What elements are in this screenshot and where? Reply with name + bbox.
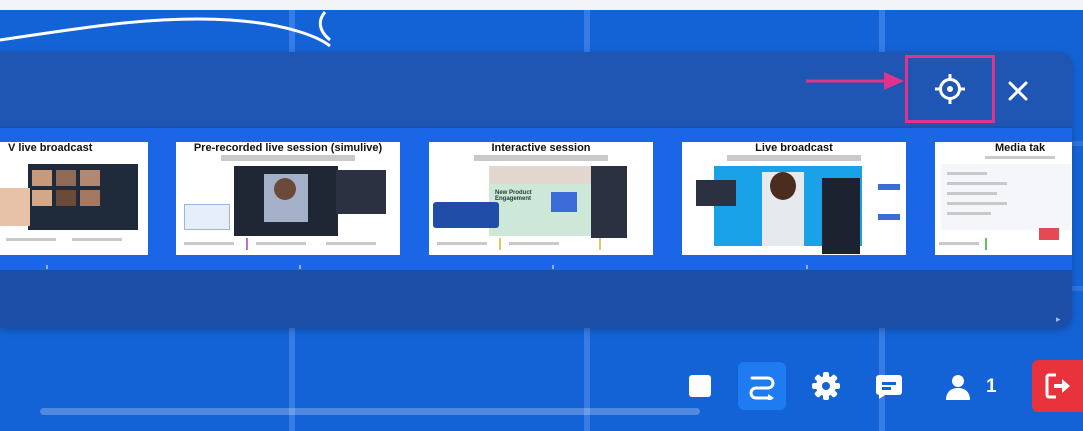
horizontal-scrollbar[interactable] xyxy=(40,408,700,415)
gear-icon xyxy=(812,372,840,400)
scroll-right-indicator[interactable]: ▸ xyxy=(1056,314,1064,324)
close-button[interactable] xyxy=(1001,74,1035,108)
slide-title: Pre-recorded live session (simulive) xyxy=(193,142,383,154)
person-icon xyxy=(946,375,970,400)
participants-button[interactable]: 1 xyxy=(944,370,1014,404)
crosshair-icon xyxy=(935,74,965,104)
leave-button[interactable] xyxy=(1032,360,1083,412)
route-icon xyxy=(749,376,775,400)
slide-image xyxy=(941,164,1071,230)
route-tool-button[interactable] xyxy=(738,362,786,410)
slide-thumbnail[interactable]: Media tak xyxy=(935,142,1072,255)
stop-square-icon xyxy=(689,375,711,397)
slide-thumbnail[interactable]: Interactive session New Product Engageme… xyxy=(429,142,653,255)
annotation-arrow xyxy=(806,72,904,90)
participant-count: 1 xyxy=(986,376,997,397)
recenter-button[interactable] xyxy=(905,55,995,123)
close-icon xyxy=(1008,81,1028,101)
slide-thumbnail[interactable]: V live broadcast xyxy=(0,142,148,255)
slide-image xyxy=(28,164,138,230)
slide-title: Interactive session xyxy=(491,142,591,154)
stop-button[interactable] xyxy=(686,372,714,400)
slide-title: V live broadcast xyxy=(8,142,93,154)
slide-title: Media tak xyxy=(995,142,1046,154)
chat-icon xyxy=(876,375,902,399)
exit-icon xyxy=(1045,373,1070,399)
slide-title: Live broadcast xyxy=(755,142,833,154)
settings-button[interactable] xyxy=(810,370,842,402)
chat-button[interactable] xyxy=(874,371,904,401)
slide-overlay-text: New Product Engagement xyxy=(495,190,532,202)
slide-image: New Product Engagement xyxy=(489,166,593,236)
slide-thumbnail[interactable]: Live broadcast xyxy=(682,142,906,255)
slide-image xyxy=(234,166,338,236)
slide-thumbnail[interactable]: Pre-recorded live session (simulive) xyxy=(176,142,400,255)
